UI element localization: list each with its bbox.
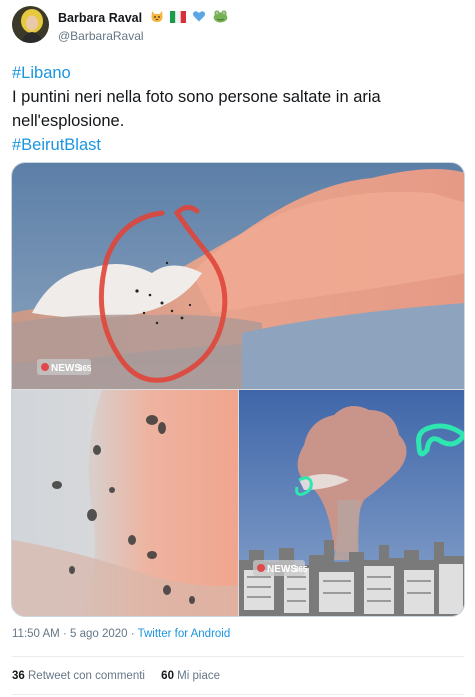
retweets-label: Retweet con commenti bbox=[28, 670, 145, 682]
divider bbox=[12, 694, 464, 695]
avatar[interactable] bbox=[12, 6, 49, 43]
watermark-number: 365 bbox=[78, 364, 92, 373]
tweet-line-3: nell'esplosione. bbox=[12, 109, 462, 133]
frog-emoji bbox=[213, 9, 228, 28]
display-name[interactable]: Barbara Raval bbox=[58, 10, 142, 26]
retweets-stat[interactable]: 36 Retweet con commenti bbox=[12, 670, 145, 682]
name-emojis bbox=[150, 9, 230, 25]
meta-separator: · bbox=[59, 628, 70, 640]
blue-heart-emoji bbox=[192, 9, 206, 28]
user-names: Barbara Raval @BarbaraRaval bbox=[58, 9, 230, 44]
photo-explosion-city[interactable]: NEWS 365 bbox=[239, 390, 464, 616]
cat-face-emoji bbox=[150, 9, 164, 28]
italy-flag-emoji bbox=[169, 9, 186, 28]
watermark-number: 365 bbox=[294, 565, 308, 574]
tweet-text-segment: nell'esplosione. bbox=[12, 112, 125, 130]
meta-separator: · bbox=[127, 628, 138, 640]
watermark: NEWS 365 bbox=[37, 359, 92, 375]
tweet-meta: 11:50 AM · 5 ago 2020 · Twitter for Andr… bbox=[12, 628, 230, 640]
likes-stat[interactable]: 60 Mi piace bbox=[161, 670, 220, 682]
tweet-stats: 36 Retweet con commenti 60 Mi piace bbox=[12, 670, 233, 682]
tweet-text-segment: I puntini neri nella foto sono persone s… bbox=[12, 88, 381, 106]
watermark: NEWS 365 bbox=[253, 560, 308, 576]
tweet-line-4: #BeirutBlast bbox=[12, 133, 462, 157]
likes-count: 60 bbox=[161, 670, 174, 682]
user-handle[interactable]: @BarbaraRaval bbox=[58, 28, 230, 44]
tweet-text: #Libano I puntini neri nella foto sono p… bbox=[12, 61, 462, 157]
retweets-count: 36 bbox=[12, 670, 25, 682]
tweet-date[interactable]: 5 ago 2020 bbox=[70, 628, 128, 640]
hashtag-libano[interactable]: #Libano bbox=[12, 64, 71, 82]
tweet-source-link[interactable]: Twitter for Android bbox=[138, 628, 231, 640]
tweet-time[interactable]: 11:50 AM bbox=[12, 628, 60, 640]
tweet-line-2: I puntini neri nella foto sono persone s… bbox=[12, 85, 462, 109]
hashtag-beirutblast[interactable]: #BeirutBlast bbox=[12, 136, 101, 154]
likes-label: Mi piace bbox=[177, 670, 220, 682]
photo-explosion-cloud-wide[interactable]: NEWS 365 bbox=[12, 163, 464, 389]
watermark-text: NEWS bbox=[267, 564, 297, 575]
tweet-line-1: #Libano bbox=[12, 61, 462, 85]
photo-explosion-closeup[interactable] bbox=[12, 390, 238, 616]
divider bbox=[12, 656, 464, 657]
watermark-text: NEWS bbox=[51, 363, 81, 374]
tweet-header: Barbara Raval @BarbaraRaval bbox=[12, 6, 467, 46]
media-grid: NEWS 365 NEWS 365 bbox=[11, 162, 465, 617]
